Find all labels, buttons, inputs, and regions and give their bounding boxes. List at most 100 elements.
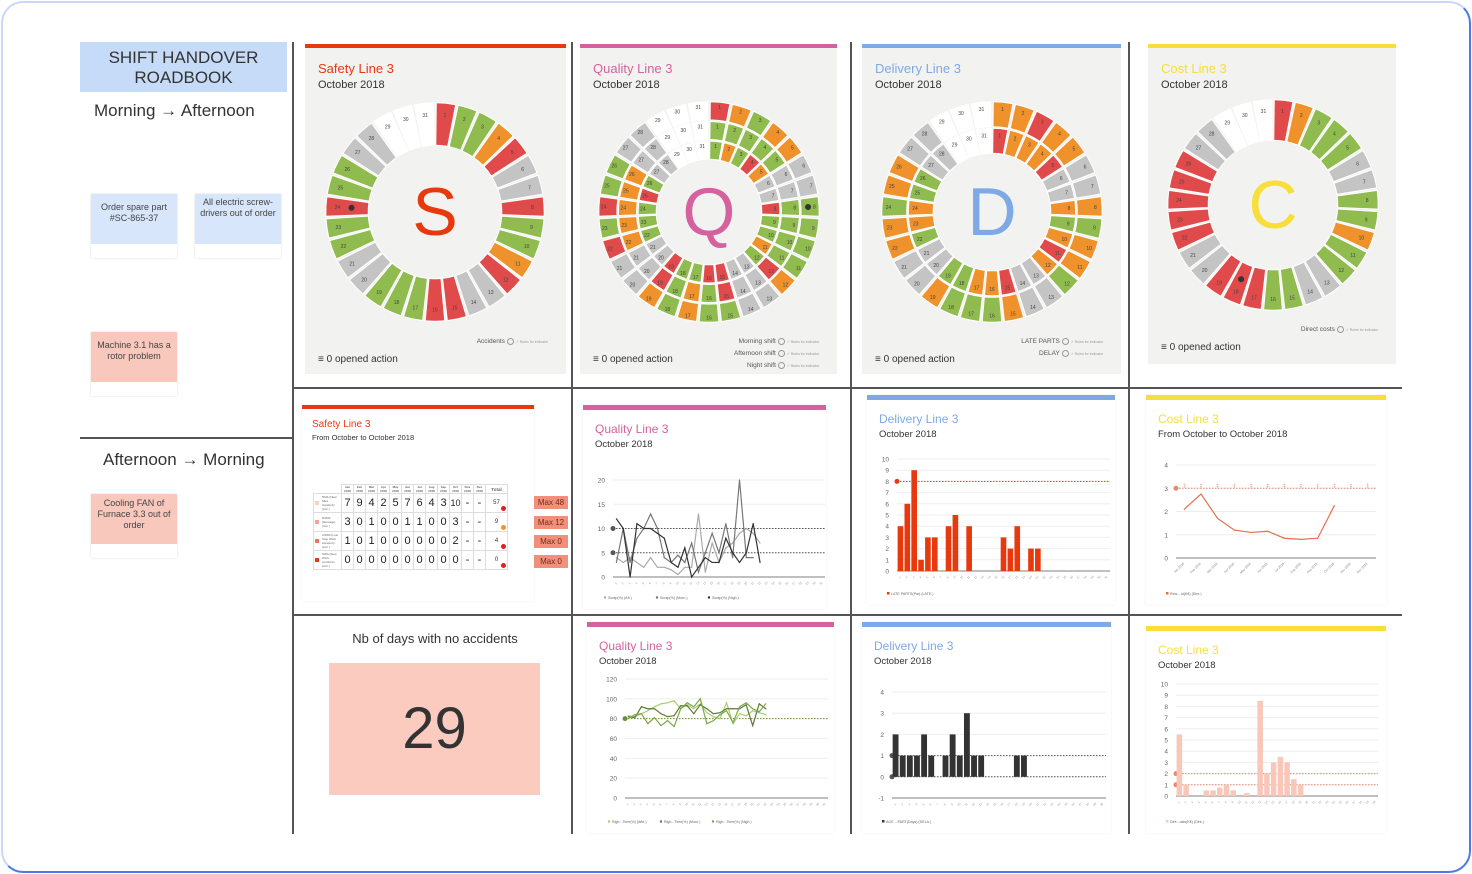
bar[interactable] bbox=[1176, 734, 1183, 796]
data-point[interactable] bbox=[712, 720, 715, 722]
bar[interactable] bbox=[1217, 787, 1223, 796]
bar[interactable] bbox=[949, 734, 956, 777]
data-point[interactable] bbox=[691, 566, 693, 568]
data-point[interactable] bbox=[622, 527, 624, 530]
data-point[interactable] bbox=[699, 704, 701, 706]
day-segment[interactable] bbox=[424, 277, 446, 322]
quality-right-first-time-chart-card[interactable]: Quality Line 3 October 2018 0 20 40 60 80 100 1… bbox=[587, 622, 834, 833]
bar[interactable] bbox=[1257, 700, 1263, 796]
bar[interactable] bbox=[978, 755, 985, 777]
opened-actions[interactable]: ≡ 0 opened action bbox=[875, 354, 955, 365]
data-point[interactable] bbox=[629, 576, 631, 578]
data-point[interactable] bbox=[653, 708, 656, 710]
data-point[interactable] bbox=[719, 718, 721, 720]
series-line[interactable] bbox=[628, 700, 766, 726]
bar[interactable] bbox=[1223, 784, 1230, 796]
quality-calendar-card[interactable]: Quality Line 3 October 2018 ≡ 0 opened a… bbox=[580, 44, 837, 374]
data-point[interactable] bbox=[640, 713, 642, 715]
bar[interactable] bbox=[1183, 784, 1189, 796]
bar[interactable] bbox=[921, 734, 928, 777]
bar[interactable] bbox=[1284, 762, 1290, 796]
data-point[interactable] bbox=[684, 547, 686, 549]
data-point[interactable] bbox=[650, 527, 652, 530]
data-point[interactable] bbox=[650, 557, 652, 559]
comment-marker-icon[interactable] bbox=[1238, 276, 1245, 283]
bar[interactable] bbox=[899, 755, 906, 777]
legend-label[interactable]: Scrap(%) (Morn.) bbox=[660, 596, 688, 600]
bar[interactable] bbox=[906, 755, 913, 777]
day-segment[interactable] bbox=[795, 174, 819, 198]
data-point[interactable] bbox=[745, 704, 747, 706]
opened-actions[interactable]: ≡ 0 opened action bbox=[593, 354, 673, 365]
legend-item[interactable]: Accidents ✓ Rules for indicator bbox=[477, 336, 548, 348]
data-point[interactable] bbox=[738, 561, 741, 564]
bar[interactable] bbox=[966, 526, 972, 571]
target-marker-icon[interactable] bbox=[622, 716, 628, 722]
data-point[interactable] bbox=[693, 708, 695, 710]
data-point[interactable] bbox=[660, 725, 662, 727]
target-marker-icon[interactable] bbox=[894, 478, 900, 484]
data-point[interactable] bbox=[697, 513, 700, 515]
data-point[interactable] bbox=[719, 714, 721, 716]
data-point[interactable] bbox=[765, 703, 767, 705]
data-point[interactable] bbox=[711, 561, 713, 564]
legend-label[interactable]: Scrap(%) (Nigh.) bbox=[712, 596, 739, 600]
bar[interactable] bbox=[925, 537, 931, 571]
data-point[interactable] bbox=[765, 714, 767, 716]
legend-label[interactable]: Dire...osts(K€) (Dire.) bbox=[1170, 820, 1204, 824]
data-point[interactable] bbox=[693, 706, 695, 708]
day-segment[interactable] bbox=[797, 217, 820, 239]
data-point[interactable] bbox=[725, 537, 727, 539]
day-segment[interactable] bbox=[1049, 199, 1077, 216]
bar[interactable] bbox=[1035, 548, 1041, 571]
data-point[interactable] bbox=[691, 542, 693, 544]
data-point[interactable] bbox=[1333, 505, 1335, 507]
bar[interactable] bbox=[1243, 793, 1250, 796]
bar[interactable] bbox=[892, 734, 899, 777]
data-point[interactable] bbox=[704, 557, 706, 559]
cost-calendar-card[interactable]: Cost Line 3 October 2018 ≡ 0 opened acti… bbox=[1148, 44, 1396, 364]
rules-link[interactable]: ✓ Rules for indicator bbox=[787, 364, 819, 368]
data-point[interactable] bbox=[732, 708, 734, 710]
bar[interactable] bbox=[1000, 537, 1007, 571]
sticky-note[interactable]: All electric screw-drivers out of order bbox=[195, 194, 281, 258]
delivery-delay-chart-card[interactable]: Delivery Line 3 October 2018 -1 0 1 2 3 4 1 2 3 4 5… bbox=[862, 622, 1111, 833]
data-point[interactable] bbox=[738, 479, 741, 481]
data-point[interactable] bbox=[725, 702, 728, 704]
data-point[interactable] bbox=[627, 716, 629, 718]
data-point[interactable] bbox=[666, 716, 669, 718]
sticky-note[interactable]: Machine 3.1 has a rotor problem bbox=[91, 332, 177, 396]
bar[interactable] bbox=[914, 755, 920, 777]
bar[interactable] bbox=[918, 559, 924, 571]
legend-item[interactable]: LATE PARTS ✓ Rules for indicator bbox=[1021, 336, 1103, 348]
comment-marker-icon[interactable] bbox=[348, 204, 355, 211]
rules-link[interactable]: ✓ Rules for indicator bbox=[1071, 340, 1103, 344]
data-point[interactable] bbox=[686, 702, 688, 704]
data-point[interactable] bbox=[752, 725, 754, 727]
legend-label[interactable]: Righ...Time(%) (Afte.) bbox=[612, 820, 647, 824]
series-line[interactable] bbox=[616, 513, 761, 576]
data-point[interactable] bbox=[706, 712, 708, 714]
data-point[interactable] bbox=[725, 708, 728, 710]
data-point[interactable] bbox=[732, 557, 734, 559]
data-point[interactable] bbox=[673, 700, 675, 702]
bar[interactable] bbox=[1297, 784, 1304, 796]
data-point[interactable] bbox=[647, 708, 649, 710]
data-point[interactable] bbox=[712, 713, 715, 715]
data-point[interactable] bbox=[684, 561, 686, 564]
data-point[interactable] bbox=[684, 566, 686, 568]
data-point[interactable] bbox=[1317, 537, 1319, 539]
data-point[interactable] bbox=[711, 542, 713, 544]
data-point[interactable] bbox=[670, 569, 672, 571]
legend-item[interactable]: Night shift ✓ Rules for indicator bbox=[734, 360, 819, 372]
quality-scrap-chart-card[interactable]: Quality Line 3 October 2018 0 5 10 15 20 1 2 3 4 5… bbox=[583, 405, 826, 609]
data-point[interactable] bbox=[636, 537, 638, 539]
data-point[interactable] bbox=[711, 532, 713, 534]
data-point[interactable] bbox=[745, 702, 747, 704]
data-point[interactable] bbox=[647, 710, 649, 712]
data-point[interactable] bbox=[1217, 517, 1219, 520]
rules-link[interactable]: ✓ Rules for indicator bbox=[787, 352, 819, 356]
sticky-note[interactable]: Cooling FAN of Furnace 3.3 out of order bbox=[91, 494, 177, 558]
data-point[interactable] bbox=[660, 713, 662, 715]
comment-marker-icon[interactable] bbox=[805, 203, 812, 210]
